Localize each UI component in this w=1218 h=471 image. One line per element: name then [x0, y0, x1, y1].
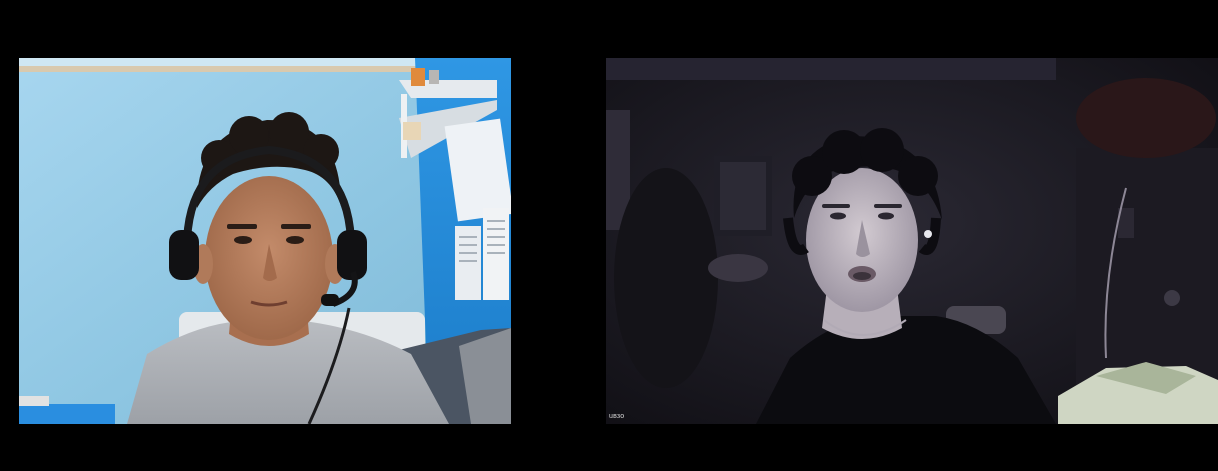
- participant-video-feed-2: [606, 58, 1218, 424]
- participant-name-label-2: uвзо: [609, 413, 625, 420]
- participant-video-tile-1[interactable]: [19, 58, 511, 424]
- video-call-stage: uвзо: [0, 0, 1218, 471]
- participant-video-feed-1: [19, 58, 511, 424]
- participant-video-tile-2[interactable]: uвзо: [606, 58, 1218, 424]
